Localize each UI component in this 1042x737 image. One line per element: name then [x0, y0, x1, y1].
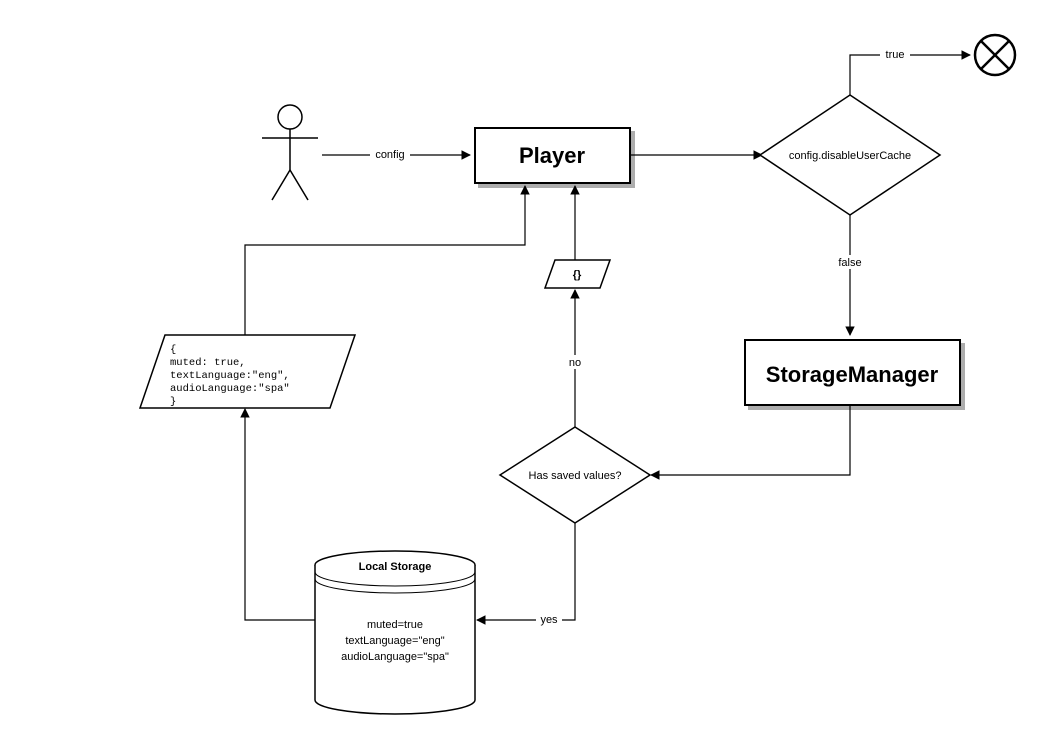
edge-storage-to-saveddata — [245, 409, 315, 620]
edge-label-no: no — [569, 357, 581, 369]
edge-label-yes: yes — [540, 614, 558, 626]
edge-saveddata-to-player — [245, 186, 525, 335]
saved-data-line-1: muted: true, — [170, 357, 246, 369]
decision-disable-cache-label: config.disableUserCache — [789, 150, 911, 162]
edge-storage-to-decision2 — [651, 405, 850, 475]
player-label: Player — [519, 143, 585, 168]
actor-icon — [262, 105, 318, 200]
saved-data-line-3: audioLanguage:"spa" — [170, 383, 290, 395]
decision-has-saved-label: Has saved values? — [529, 470, 622, 482]
storage-manager-label: StorageManager — [766, 362, 939, 387]
edge-label-false: false — [838, 257, 861, 269]
edge-label-true: true — [886, 49, 905, 61]
empty-data-label: {} — [573, 269, 582, 281]
saved-data-line-4: } — [170, 396, 176, 408]
edge-decision2-yes — [477, 523, 575, 620]
local-storage-node — [315, 551, 475, 714]
saved-data-line-0: { — [170, 344, 176, 356]
terminator-icon — [975, 35, 1015, 75]
local-storage-title: Local Storage — [359, 561, 432, 573]
edge-label-config: config — [375, 149, 404, 161]
local-storage-line-2: audioLanguage="spa" — [341, 651, 449, 663]
local-storage-line-0: muted=true — [367, 619, 423, 631]
saved-data-line-2: textLanguage:"eng", — [170, 370, 290, 382]
local-storage-line-1: textLanguage="eng" — [345, 635, 444, 647]
